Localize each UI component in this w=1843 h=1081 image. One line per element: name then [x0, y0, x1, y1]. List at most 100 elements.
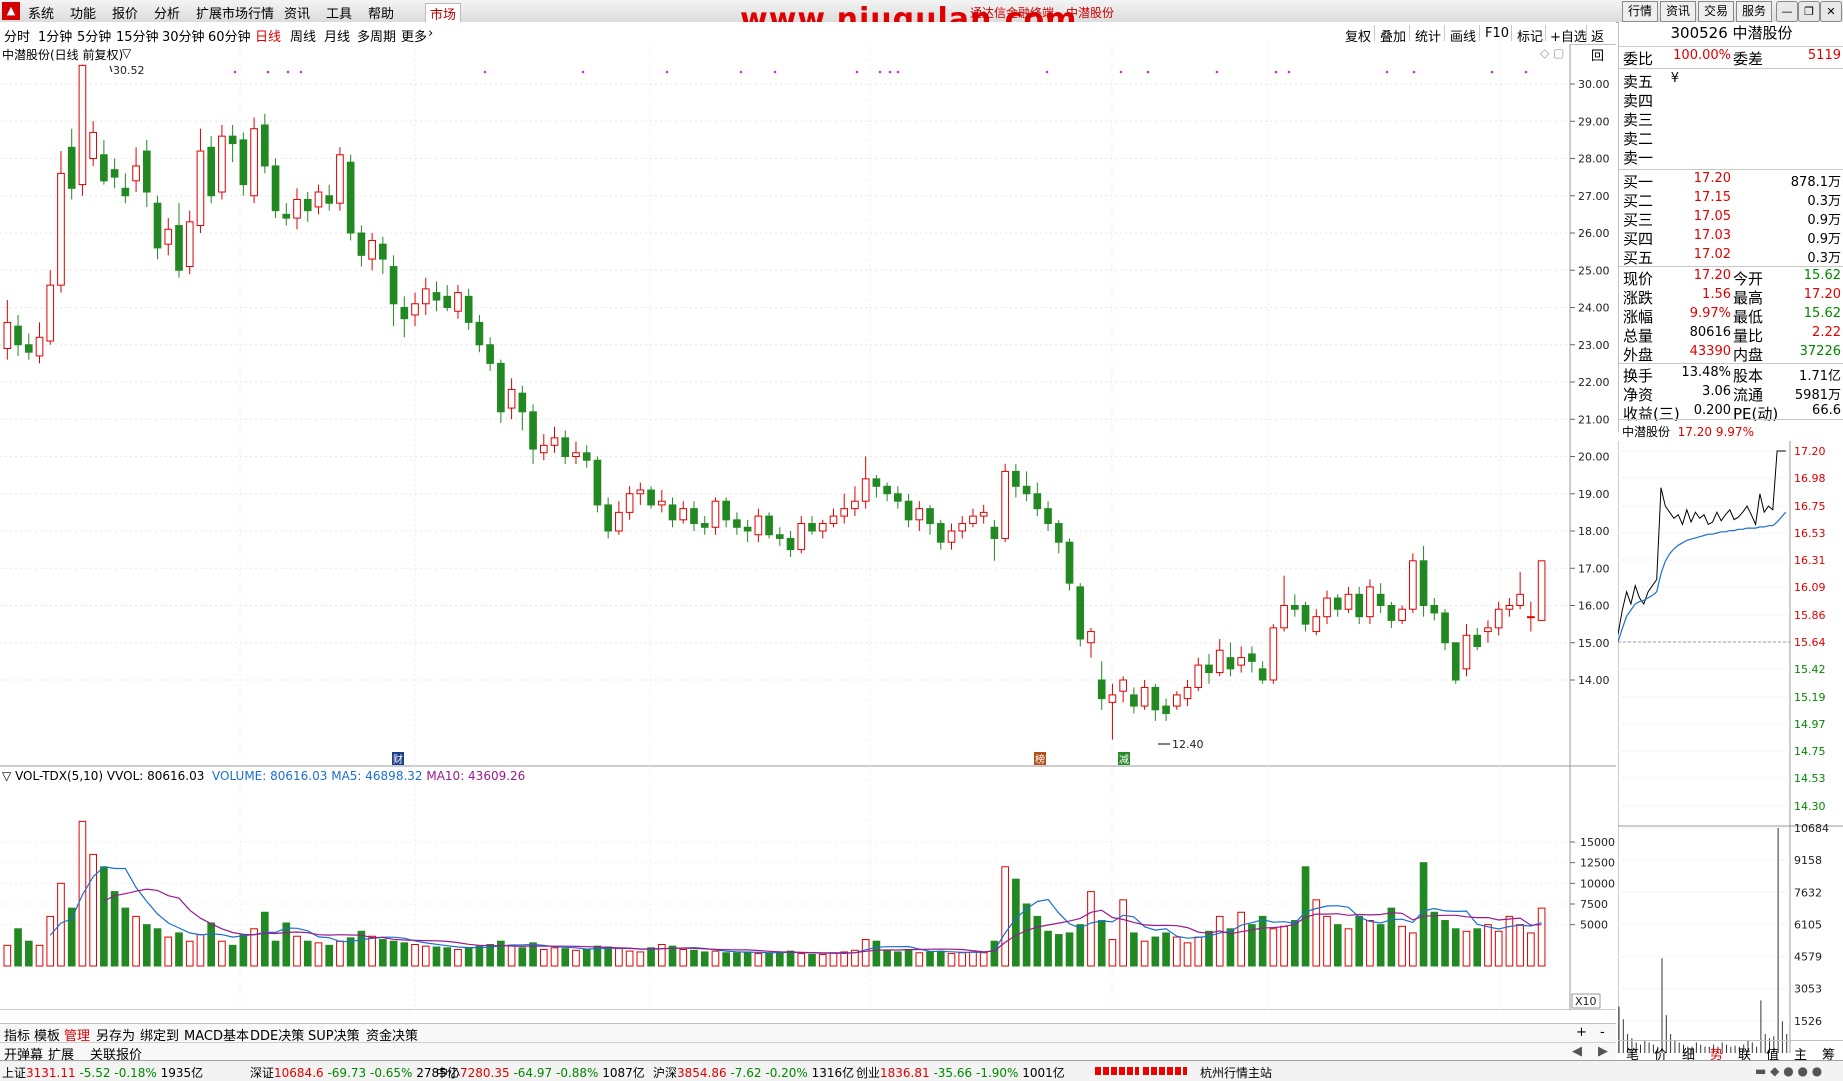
period-5min[interactable]: 5分钟: [77, 26, 111, 45]
volume-bar[interactable]: [979, 952, 988, 967]
volume-bar[interactable]: [303, 940, 312, 967]
volume-bar[interactable]: [1430, 911, 1439, 967]
volume-bar[interactable]: [175, 932, 183, 967]
volume-bar[interactable]: [1516, 924, 1524, 967]
volume-bar[interactable]: [1333, 924, 1342, 967]
volume-bar[interactable]: [389, 940, 398, 967]
volume-bar[interactable]: [657, 944, 666, 967]
volume-bar[interactable]: [539, 948, 548, 967]
volume-bar[interactable]: [1044, 930, 1052, 967]
zoom-out-icon[interactable]: -: [1600, 1025, 1605, 1040]
period-more[interactable]: 更多: [401, 26, 427, 45]
chevron-right-icon[interactable]: ›: [428, 26, 433, 41]
menu-quote[interactable]: 报价: [112, 3, 138, 22]
volume-bar[interactable]: [958, 952, 967, 967]
menu-news[interactable]: 资讯: [284, 3, 310, 22]
volume-bar[interactable]: [625, 950, 634, 967]
candle[interactable]: [218, 124, 226, 200]
chart-title-dropdown-icon[interactable]: ▽: [122, 46, 131, 60]
volume-bar[interactable]: [142, 924, 151, 967]
period-daily[interactable]: 日线: [255, 26, 281, 45]
volume-bar[interactable]: [1022, 903, 1031, 967]
bid-row[interactable]: 买二 17.15 0.3万: [1619, 190, 1843, 210]
top-button-trade[interactable]: 交易: [1698, 1, 1734, 22]
volume-bar[interactable]: [432, 946, 441, 967]
volume-bar[interactable]: [1054, 934, 1063, 967]
candle[interactable]: [346, 154, 355, 241]
candle[interactable]: [765, 512, 773, 539]
volume-bar[interactable]: [722, 952, 731, 967]
volume-bar[interactable]: [1355, 915, 1364, 967]
volume-bar[interactable]: [668, 945, 677, 967]
volume-bar[interactable]: [110, 891, 119, 967]
volume-bar[interactable]: [218, 940, 226, 967]
status-icons[interactable]: ▬ ◆ ● ● ●: [1755, 1064, 1822, 1078]
volume-bar[interactable]: [368, 935, 376, 967]
volume-bar[interactable]: [936, 950, 945, 967]
tool-adjust[interactable]: 复权: [1345, 26, 1371, 45]
main-chart-area[interactable]: 30.00 29.00 28.00 27.00 26.00 25.00 24.00 23.00…: [0, 44, 1616, 1025]
volume-bar[interactable]: [861, 939, 870, 967]
volume-bar[interactable]: [46, 915, 55, 967]
volume-bar[interactable]: [808, 953, 816, 967]
volume-bar[interactable]: [261, 911, 269, 967]
volume-bar[interactable]: [969, 951, 977, 967]
scroll-right-icon[interactable]: ▶: [1598, 1044, 1608, 1059]
candle[interactable]: [1076, 583, 1085, 647]
volume-bar[interactable]: [271, 940, 280, 967]
kline-chart[interactable]: 30.00 29.00 28.00 27.00 26.00 25.00 24.00 23.00…: [0, 44, 1616, 1025]
volume-bar[interactable]: [1258, 915, 1267, 967]
volume-bar[interactable]: [475, 945, 484, 967]
volume-bar[interactable]: [464, 947, 473, 967]
chart-expand-icon[interactable]: ◇ ▢: [1540, 46, 1564, 60]
volume-bar[interactable]: [765, 952, 773, 967]
volume-bar[interactable]: [196, 934, 205, 967]
scroll-left-icon[interactable]: ◀: [1572, 1044, 1582, 1059]
volume-bar[interactable]: [636, 951, 645, 967]
volume-bar[interactable]: [1140, 940, 1149, 967]
volume-bar[interactable]: [1473, 928, 1482, 967]
candle[interactable]: [1409, 553, 1417, 613]
candle[interactable]: [593, 456, 602, 513]
volume-bar[interactable]: [228, 944, 237, 967]
volume-bar[interactable]: [1215, 915, 1224, 967]
period-intraday[interactable]: 分时: [4, 26, 30, 45]
period-15min[interactable]: 15分钟: [116, 26, 159, 45]
volume-bar[interactable]: [1087, 891, 1095, 967]
volume-bar[interactable]: [797, 953, 806, 967]
volume-bar[interactable]: [454, 948, 462, 967]
top-button-service[interactable]: 服务: [1736, 1, 1772, 22]
ask-row[interactable]: 卖一: [1619, 147, 1843, 167]
volume-bar[interactable]: [679, 948, 688, 967]
period-1min[interactable]: 1分钟: [38, 26, 72, 45]
volume-bar[interactable]: [24, 940, 33, 967]
volume-bar[interactable]: [293, 935, 301, 967]
volume-bar[interactable]: [14, 928, 22, 967]
volume-bar[interactable]: [1366, 920, 1374, 967]
volume-bar[interactable]: [1451, 928, 1460, 967]
volume-bar[interactable]: [1269, 928, 1278, 967]
volume-bar[interactable]: [1119, 899, 1127, 967]
bid-row[interactable]: 买五 17.02 0.3万: [1619, 247, 1843, 267]
volume-bar[interactable]: [518, 947, 527, 967]
tool-f10[interactable]: F10: [1485, 26, 1509, 41]
minimize-icon[interactable]: —: [1776, 1, 1798, 22]
candle[interactable]: [271, 158, 280, 219]
volume-bar[interactable]: [561, 948, 570, 967]
volume-bar[interactable]: [325, 944, 334, 967]
volume-bar[interactable]: [711, 950, 720, 967]
menu-function[interactable]: 功能: [70, 3, 96, 22]
volume-bar[interactable]: [89, 853, 97, 967]
volume-bar[interactable]: [1441, 920, 1449, 967]
volume-bar[interactable]: [132, 915, 140, 967]
volume-indicator-name[interactable]: VOL-TDX(5,10): [15, 769, 103, 783]
volume-bar[interactable]: [421, 945, 430, 967]
volume-bar[interactable]: [1462, 930, 1471, 967]
volume-bar[interactable]: [207, 922, 216, 967]
index-item[interactable]: 沪深3854.86 -7.62 -0.20% 1316亿: [653, 1064, 854, 1081]
volume-bar[interactable]: [185, 940, 194, 967]
close-icon[interactable]: ✕: [1820, 1, 1842, 22]
volume-bar[interactable]: [3, 944, 12, 967]
volume-bar[interactable]: [840, 951, 849, 967]
volume-bar[interactable]: [894, 951, 902, 967]
